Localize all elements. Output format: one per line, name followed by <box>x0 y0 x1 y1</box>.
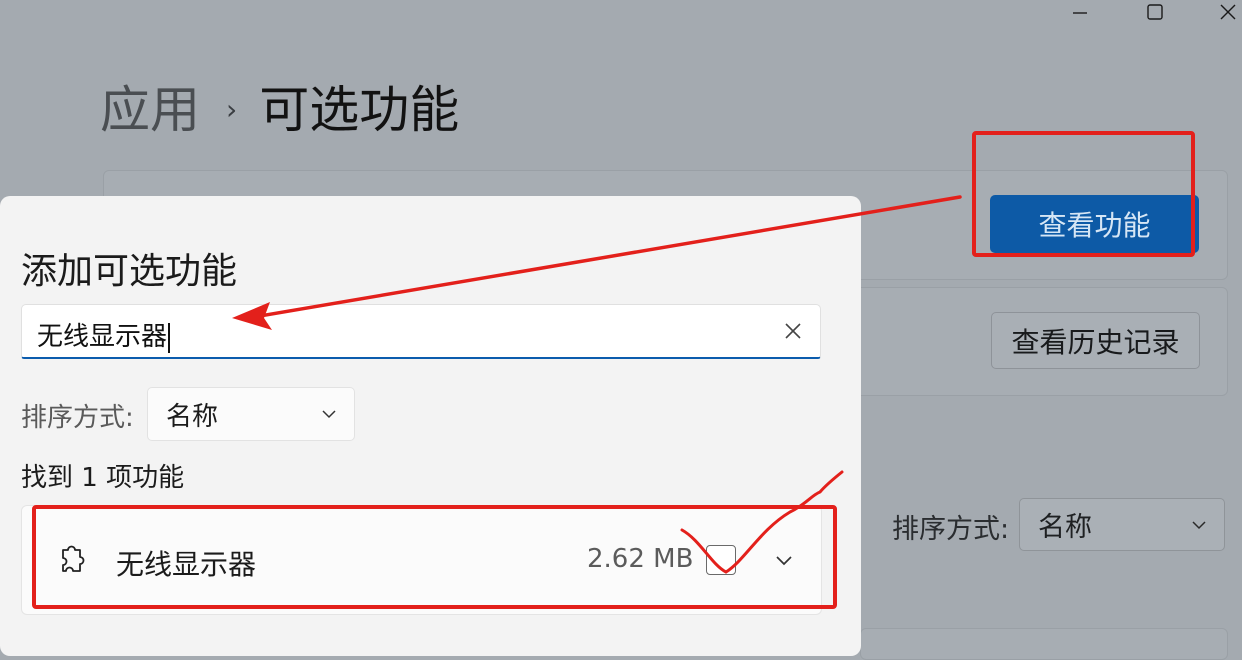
search-input-value: 无线显示器 <box>37 316 170 353</box>
chevron-down-icon <box>1192 520 1206 529</box>
sort-label: 排序方式: <box>21 403 134 433</box>
view-history-button[interactable]: 查看历史记录 <box>991 312 1200 369</box>
maximize-icon <box>1147 4 1163 20</box>
close-icon <box>1220 4 1236 20</box>
clear-search-button[interactable] <box>780 318 806 344</box>
close-icon <box>785 323 801 339</box>
feature-name: 无线显示器 <box>116 548 257 581</box>
sort-dropdown[interactable]: 名称 <box>147 387 355 441</box>
background-sort-dropdown[interactable]: 名称 <box>1019 498 1225 551</box>
breadcrumb-separator: › <box>226 93 238 126</box>
background-sort-label: 排序方式: <box>892 514 1010 545</box>
dialog-title: 添加可选功能 <box>21 251 238 292</box>
maximize-button[interactable] <box>1135 0 1175 24</box>
close-window-button[interactable] <box>1208 0 1242 24</box>
list-item[interactable]: 无线显示器 2.62 MB <box>21 505 822 615</box>
minimize-button[interactable] <box>1060 0 1100 24</box>
breadcrumb-parent[interactable]: 应用 <box>100 78 200 142</box>
background-sort-value: 名称 <box>1038 512 1092 543</box>
puzzle-icon <box>62 545 85 572</box>
feature-size: 2.62 MB <box>587 544 694 574</box>
chevron-down-icon <box>322 410 336 419</box>
results-count: 找到 1 项功能 <box>21 463 185 493</box>
page-title: 可选功能 <box>259 81 460 139</box>
add-optional-feature-dialog: 添加可选功能 无线显示器 排序方式: 名称 找到 1 项功能 无线显示器 2.6… <box>0 196 861 656</box>
feature-search-input[interactable]: 无线显示器 <box>21 304 821 359</box>
expand-chevron-icon[interactable] <box>772 548 796 572</box>
sort-value: 名称 <box>166 401 219 432</box>
minimize-icon <box>1073 12 1087 14</box>
view-features-button[interactable]: 查看功能 <box>990 195 1199 253</box>
breadcrumb: 应用 › 可选功能 <box>100 78 459 142</box>
feature-checkbox[interactable] <box>706 545 736 575</box>
installed-list-card <box>860 628 1228 660</box>
